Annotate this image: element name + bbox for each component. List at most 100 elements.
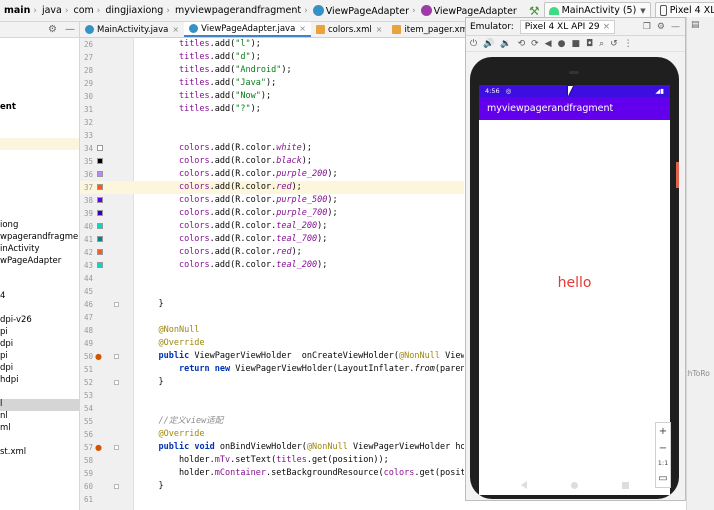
volume-down-icon[interactable]: 🔉	[500, 39, 511, 49]
code-line[interactable]: 33	[80, 129, 464, 142]
code-line[interactable]: 32	[80, 116, 464, 129]
tree-item[interactable]: inActivity	[0, 244, 40, 254]
code-line[interactable]: 37 colors.add(R.color.red);	[80, 181, 464, 194]
color-swatch-icon[interactable]	[97, 262, 103, 268]
code-line[interactable]: 61	[80, 493, 464, 506]
color-swatch-icon[interactable]	[97, 210, 103, 216]
code-line[interactable]: 53	[80, 389, 464, 402]
tree-item[interactable]: st.xml	[0, 447, 26, 457]
volume-up-icon[interactable]: 🔊	[483, 39, 494, 49]
color-swatch-icon[interactable]	[97, 197, 103, 203]
override-method-icon[interactable]: ●	[95, 352, 104, 361]
history-icon[interactable]: ↺	[610, 39, 618, 49]
emulator-device-tab[interactable]: Pixel 4 XL API 29 ×	[519, 19, 616, 34]
code-line[interactable]: 54	[80, 402, 464, 415]
code-line[interactable]: 49 @Override	[80, 337, 464, 350]
fold-marker-icon[interactable]	[114, 445, 119, 450]
window-icon[interactable]: ❐	[643, 22, 651, 32]
tree-item[interactable]: wPageAdapter	[0, 256, 61, 266]
tree-item[interactable]: dpi-v26	[0, 315, 32, 325]
color-swatch-icon[interactable]	[97, 236, 103, 242]
page-content-text[interactable]: hello	[479, 275, 670, 291]
color-swatch-icon[interactable]	[97, 249, 103, 255]
close-icon[interactable]: ×	[299, 24, 306, 33]
code-line[interactable]: 39 colors.add(R.color.purple_700);	[80, 207, 464, 220]
nav-back-icon[interactable]	[520, 481, 527, 489]
code-line[interactable]: 36 colors.add(R.color.purple_200);	[80, 168, 464, 181]
fold-marker-icon[interactable]	[114, 380, 119, 385]
code-line[interactable]: 43 colors.add(R.color.teal_200);	[80, 259, 464, 272]
code-line[interactable]: 35 colors.add(R.color.black);	[80, 155, 464, 168]
tree-item[interactable]: iong	[0, 220, 18, 230]
code-line[interactable]: 59 holder.mContainer.setBackgroundResour…	[80, 467, 464, 480]
power-icon[interactable]: ⏻	[470, 39, 477, 49]
tree-item[interactable]: dpi	[0, 363, 13, 373]
zoom-in-button[interactable]: +	[659, 426, 667, 437]
code-line[interactable]: 55 //定义view适配	[80, 415, 464, 428]
tree-item[interactable]: wpagerandfragment	[0, 232, 79, 242]
fold-marker-icon[interactable]	[114, 302, 119, 307]
code-line[interactable]: 27 titles.add("d");	[80, 51, 464, 64]
phone-screen[interactable]: 4:56 ◎ ◢▮ myviewpagerandfragment hello	[479, 85, 670, 495]
color-swatch-icon[interactable]	[97, 171, 103, 177]
tree-item[interactable]: pi	[0, 351, 8, 361]
home-icon[interactable]: ●	[558, 39, 566, 49]
minimize-icon[interactable]: —	[65, 24, 75, 35]
breadcrumb-dingjiaxiong[interactable]: dingjiaxiong	[101, 5, 165, 16]
code-line[interactable]: 41 colors.add(R.color.teal_700);	[80, 233, 464, 246]
code-line[interactable]: 48 @NonNull	[80, 324, 464, 337]
gear-icon[interactable]: ⚙	[657, 22, 665, 32]
zoom-icon[interactable]: ⌕	[599, 39, 604, 49]
nav-home-icon[interactable]	[570, 481, 578, 489]
tab-viewpageadapter-java[interactable]: ViewPageAdapter.java ×	[184, 22, 311, 37]
code-line[interactable]: 30 titles.add("Now");	[80, 90, 464, 103]
code-line[interactable]: 31 titles.add("?");	[80, 103, 464, 116]
tree-item[interactable]: hdpi	[0, 375, 19, 385]
code-line[interactable]: 50 ● public ViewPagerViewHolder onCreateV…	[80, 350, 464, 363]
tab-item-pager-xml[interactable]: item_pager.xml×	[387, 22, 465, 37]
hammer-icon[interactable]: ⚒	[529, 4, 540, 18]
code-line[interactable]: 57 ● public void onBindViewHolder(@NonNul…	[80, 441, 464, 454]
fold-marker-icon[interactable]	[114, 354, 119, 359]
breadcrumb-package[interactable]: myviewpagerandfragment	[171, 5, 303, 16]
tab-colors-xml[interactable]: colors.xml ×	[311, 22, 387, 37]
tree-item[interactable]: pi	[0, 327, 8, 337]
back-icon[interactable]: ◀	[545, 39, 552, 49]
fold-marker-icon[interactable]	[114, 484, 119, 489]
right-strip-icon[interactable]: ▤	[691, 20, 700, 30]
breadcrumb-class[interactable]: ViewPageAdapter	[309, 4, 411, 17]
code-line[interactable]: 46 }	[80, 298, 464, 311]
code-line[interactable]: 42 colors.add(R.color.red);	[80, 246, 464, 259]
tab-mainactivity-java[interactable]: MainActivity.java ×	[80, 22, 184, 37]
zoom-ratio-button[interactable]: 1:1	[658, 459, 668, 467]
code-line[interactable]: 34 colors.add(R.color.white);	[80, 142, 464, 155]
color-swatch-icon[interactable]	[97, 223, 103, 229]
tree-item[interactable]: dpi	[0, 339, 13, 349]
code-line[interactable]: 28 titles.add("Android");	[80, 64, 464, 77]
minimize-icon[interactable]: —	[671, 22, 680, 32]
nav-recents-icon[interactable]	[621, 481, 629, 489]
tree-item[interactable]: l	[0, 399, 2, 409]
breadcrumb-com[interactable]: com	[69, 5, 95, 16]
code-line[interactable]: 56 @Override	[80, 428, 464, 441]
code-line[interactable]: 26 titles.add("l");	[80, 38, 464, 51]
zoom-out-button[interactable]: −	[659, 443, 667, 454]
code-line[interactable]: 52 }	[80, 376, 464, 389]
color-swatch-icon[interactable]	[97, 145, 103, 151]
tree-item[interactable]: nl	[0, 411, 8, 421]
more-icon[interactable]: ⋮	[624, 39, 633, 49]
breadcrumb-main[interactable]: main	[0, 5, 32, 16]
fit-screen-icon[interactable]: ▭	[658, 473, 667, 484]
color-swatch-icon[interactable]	[97, 184, 103, 190]
tree-item[interactable]: ml	[0, 423, 11, 433]
code-editor[interactable]: 26 titles.add("l"); 27 titles.add("d"); 28…	[80, 38, 464, 510]
override-method-icon[interactable]: ●	[95, 443, 104, 452]
overview-icon[interactable]: ■	[571, 39, 580, 49]
code-line[interactable]: 51 return new ViewPagerViewHolder(Layout…	[80, 363, 464, 376]
camera-icon[interactable]: ◘	[586, 39, 593, 49]
code-line[interactable]: 58 holder.mTv.setText(titles.get(positio…	[80, 454, 464, 467]
code-line[interactable]: 38 colors.add(R.color.purple_500);	[80, 194, 464, 207]
close-icon[interactable]: ×	[172, 25, 179, 34]
gear-icon[interactable]: ⚙	[48, 24, 57, 35]
code-line[interactable]: 60 }	[80, 480, 464, 493]
